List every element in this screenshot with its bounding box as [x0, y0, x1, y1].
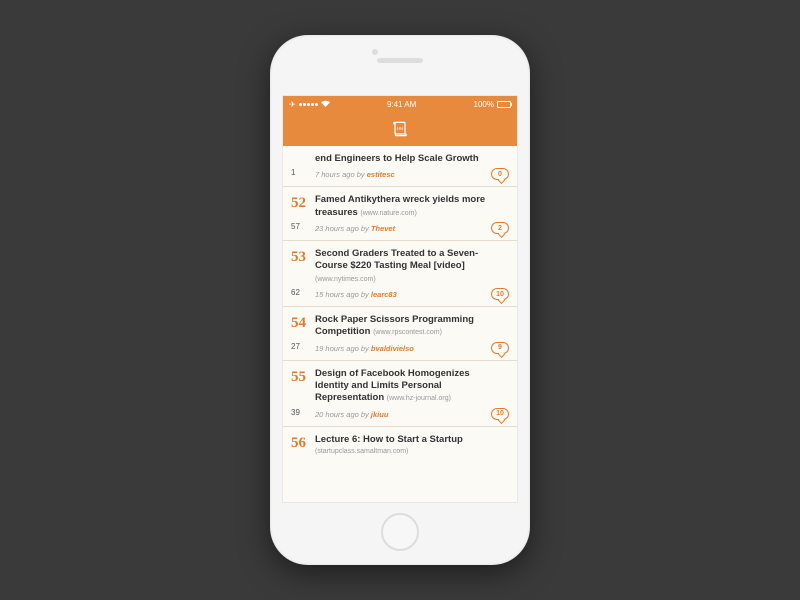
story-domain: (www.nytimes.com) — [315, 276, 376, 283]
status-left: ✈ — [289, 100, 330, 109]
comment-bubble[interactable]: 2 — [491, 222, 509, 234]
story-domain: (www.hz-journal.org) — [387, 395, 451, 402]
comment-bubble[interactable]: 10 — [491, 408, 509, 420]
story-item[interactable]: 56 Lecture 6: How to Start a Startup (st… — [283, 427, 517, 462]
comment-bubble[interactable]: 0 — [491, 168, 509, 180]
wifi-icon — [321, 100, 330, 109]
story-title[interactable]: Design of Facebook Homogenizes Identity … — [315, 368, 505, 405]
story-author[interactable]: bvaldivielso — [371, 344, 414, 353]
story-rank: 54 — [291, 316, 315, 331]
story-list[interactable]: 1 end Engineers to Help Scale Growth 7 h… — [283, 146, 517, 502]
story-author[interactable]: estitesc — [367, 170, 395, 179]
battery-icon — [497, 101, 511, 108]
story-title[interactable]: Famed Antikythera wreck yields more trea… — [315, 194, 505, 219]
status-right: 100% — [474, 100, 511, 109]
story-author[interactable]: jkiuu — [371, 410, 389, 419]
signal-dots — [299, 103, 318, 106]
story-item[interactable]: 54 27 Rock Paper Scissors Programming Co… — [283, 307, 517, 361]
story-item[interactable]: 55 39 Design of Facebook Homogenizes Ide… — [283, 361, 517, 427]
story-rank: 56 — [291, 436, 315, 451]
story-author[interactable]: Thevet — [371, 224, 395, 233]
story-author[interactable]: learc83 — [371, 290, 397, 299]
battery-percent: 100% — [474, 100, 494, 109]
story-domain: (www.nature.com) — [360, 210, 416, 217]
story-title[interactable]: Rock Paper Scissors Programming Competit… — [315, 314, 505, 339]
story-score: 1 — [291, 168, 315, 177]
story-score: 27 — [291, 342, 315, 351]
story-item[interactable]: 53 62 Second Graders Treated to a Seven-… — [283, 241, 517, 307]
svg-text:HN: HN — [397, 126, 403, 131]
story-rank: 55 — [291, 370, 315, 385]
story-byline: 7 hours ago by estitesc — [315, 170, 505, 179]
airplane-icon: ✈ — [289, 100, 296, 109]
story-title[interactable]: end Engineers to Help Scale Growth — [315, 153, 505, 165]
nav-bar: HN — [283, 112, 517, 146]
story-title[interactable]: Second Graders Treated to a Seven-Course… — [315, 248, 505, 285]
story-item[interactable]: 52 57 Famed Antikythera wreck yields mor… — [283, 187, 517, 241]
comment-bubble[interactable]: 10 — [491, 288, 509, 300]
status-bar: ✈ 9:41 AM 100% — [283, 96, 517, 112]
story-byline: 19 hours ago by bvaldivielso — [315, 344, 505, 353]
screen: ✈ 9:41 AM 100% HN — [282, 95, 518, 503]
story-item[interactable]: 1 end Engineers to Help Scale Growth 7 h… — [283, 146, 517, 187]
story-rank: 53 — [291, 250, 315, 265]
story-title[interactable]: Lecture 6: How to Start a Startup — [315, 434, 505, 446]
story-domain: (startupclass.samaltman.com) — [315, 448, 505, 455]
story-score: 39 — [291, 408, 315, 417]
comment-bubble[interactable]: 9 — [491, 342, 509, 354]
status-time: 9:41 AM — [387, 100, 416, 109]
app-logo-icon[interactable]: HN — [390, 119, 410, 139]
story-byline: 20 hours ago by jkiuu — [315, 410, 505, 419]
story-rank: 52 — [291, 196, 315, 211]
phone-frame: ✈ 9:41 AM 100% HN — [270, 35, 530, 565]
story-byline: 23 hours ago by Thevet — [315, 224, 505, 233]
story-score: 57 — [291, 222, 315, 231]
home-button[interactable] — [381, 513, 419, 551]
story-byline: 15 hours ago by learc83 — [315, 290, 505, 299]
story-score: 62 — [291, 288, 315, 297]
story-domain: (www.rpscontest.com) — [373, 329, 442, 336]
